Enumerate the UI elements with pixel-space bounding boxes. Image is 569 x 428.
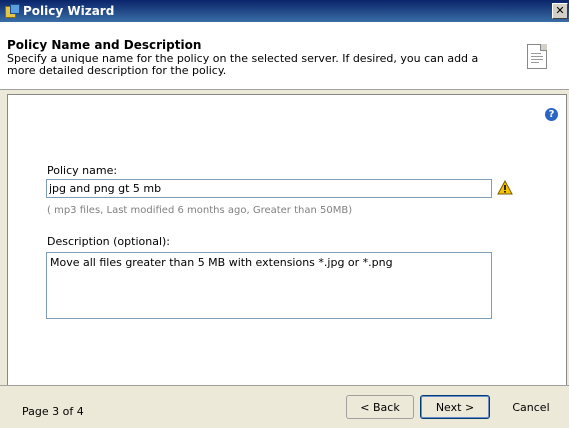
description-label: Description (optional): (47, 235, 171, 248)
policy-name-label: Policy name: (47, 164, 118, 177)
header-description: Specify a unique name for the policy on … (7, 52, 479, 77)
description-textarea[interactable]: Move all files greater than 5 MB with ex… (46, 252, 492, 319)
page-indicator: Page 3 of 4 (22, 405, 84, 418)
wizard-app-icon (5, 4, 20, 18)
window-title: Policy Wizard (23, 4, 115, 18)
policy-name-input[interactable] (46, 179, 492, 198)
cancel-button[interactable]: Cancel (497, 395, 565, 419)
title-bar[interactable]: Policy Wizard ✕ (0, 0, 569, 22)
policy-wizard-window: Policy Wizard ✕ Policy Name and Descript… (0, 0, 569, 428)
close-button[interactable]: ✕ (552, 3, 568, 19)
header-title: Policy Name and Description (7, 38, 202, 52)
wizard-header: Policy Name and Description Specify a un… (0, 22, 569, 90)
help-icon[interactable]: ? (545, 108, 558, 121)
policy-criteria-hint: ( mp3 files, Last modified 6 months ago,… (47, 205, 353, 216)
back-button[interactable]: < Back (346, 395, 414, 419)
warning-icon (497, 180, 513, 195)
wizard-footer: Page 3 of 4 < Back Next > Cancel (0, 385, 569, 428)
document-icon (527, 44, 547, 69)
next-button[interactable]: Next > (420, 395, 490, 419)
